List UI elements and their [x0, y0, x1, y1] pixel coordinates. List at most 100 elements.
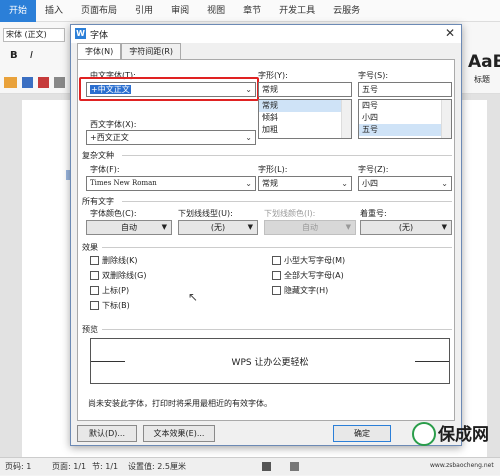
preview-box: WPS 让办公更轻松 — [90, 338, 450, 384]
menu-bar: 开始 插入 页面布局 引用 审阅 视图 章节 开发工具 云服务 — [0, 0, 500, 22]
divider — [102, 247, 452, 248]
style-option[interactable]: 加粗 — [259, 124, 351, 136]
dropdown-arrow-icon: ▼ — [161, 223, 167, 231]
open-folder-icon[interactable] — [4, 77, 17, 88]
highlight-box — [79, 77, 259, 101]
complex-style-label: 字形(L): — [258, 165, 288, 174]
view-mode-icon[interactable] — [262, 462, 271, 471]
menu-home[interactable]: 开始 — [0, 0, 37, 22]
status-page-count: 页面: 1/1 — [52, 462, 87, 471]
chevron-down-icon: ⌄ — [245, 179, 252, 188]
watermark-url: www.zsbaocheng.net — [430, 462, 494, 469]
complex-style-select[interactable]: 常规 ⌄ — [258, 176, 352, 191]
menu-insert[interactable]: 插入 — [36, 0, 72, 22]
complex-font-select[interactable]: Times New Roman ⌄ — [86, 176, 256, 191]
double-strikethrough-checkbox[interactable]: 双删除线(G) — [90, 270, 146, 281]
menu-page-layout[interactable]: 页面布局 — [72, 0, 126, 22]
preview-text: WPS 让办公更轻松 — [231, 358, 309, 368]
tab-font[interactable]: 字体(N) — [77, 43, 122, 60]
all-text-section-title: 所有文字 — [82, 197, 114, 206]
size-option[interactable]: 小四 — [359, 112, 451, 124]
preview-icon[interactable] — [54, 77, 65, 88]
subscript-checkbox[interactable]: 下标(B) — [90, 300, 130, 311]
underline-type-select[interactable]: (无) ▼ — [178, 220, 258, 235]
divider — [122, 201, 452, 202]
menu-developer[interactable]: 开发工具 — [270, 0, 324, 22]
underline-type-label: 下划线线型(U): — [178, 209, 233, 218]
complex-style-value: 常规 — [262, 179, 278, 188]
text-effect-button[interactable]: 文本效果(E)... — [143, 425, 215, 442]
chevron-down-icon: ⌄ — [341, 179, 348, 188]
western-font-label: 西文字体(X): — [90, 120, 137, 129]
emphasis-label: 着重号: — [360, 209, 387, 218]
font-dialog: W 字体 ✕ 字体(N) 字符间距(R) 中文字体(T): 字形(Y): 字号(… — [70, 24, 462, 446]
dialog-tabs: 字体(N) 字符间距(R) — [77, 43, 182, 60]
dialog-titlebar[interactable]: W 字体 ✕ — [71, 25, 461, 43]
scrollbar[interactable] — [441, 100, 451, 138]
all-caps-checkbox[interactable]: 全部大写字母(A) — [272, 270, 344, 281]
complex-font-value: Times New Roman — [90, 179, 157, 187]
western-font-select[interactable]: +西文正文 ⌄ — [86, 130, 256, 145]
mouse-cursor-icon: ↖ — [188, 290, 199, 304]
status-bar: 页码: 1 页面: 1/1 节: 1/1 设置值: 2.5厘米 — [0, 457, 500, 475]
font-note: 尚未安装此字体，打印时将采用最相近的有效字体。 — [88, 399, 272, 408]
watermark-logo — [412, 422, 436, 446]
save-icon[interactable] — [22, 77, 33, 88]
divider — [102, 329, 452, 330]
style-label: 标题 — [474, 75, 490, 84]
effects-section-title: 效果 — [82, 243, 98, 252]
emphasis-select[interactable]: (无) ▼ — [360, 220, 452, 235]
underline-type-value: (无) — [210, 223, 226, 232]
underline-color-value: 自动 — [302, 223, 318, 232]
dialog-title: 字体 — [90, 31, 109, 41]
complex-font-label: 字体(F): — [90, 165, 120, 174]
chevron-down-icon: ⌄ — [245, 133, 252, 142]
small-caps-checkbox[interactable]: 小型大写字母(M) — [272, 255, 345, 266]
tab-character-spacing[interactable]: 字符间距(R) — [121, 43, 182, 59]
tab-panel-font: 中文字体(T): 字形(Y): 字号(S): +中文正文 ⌄ 常规 常规 倾斜 … — [77, 59, 455, 421]
size-listbox[interactable]: 四号 小四 五号 — [358, 99, 452, 139]
underline-color-select: 自动 ▼ — [264, 220, 356, 235]
menu-section[interactable]: 章节 — [234, 0, 270, 22]
superscript-checkbox[interactable]: 上标(P) — [90, 285, 129, 296]
size-option[interactable]: 五号 — [359, 124, 451, 136]
status-page-number: 页码: 1 — [5, 462, 32, 471]
ok-button[interactable]: 确定 — [333, 425, 391, 442]
menu-cloud[interactable]: 云服务 — [324, 0, 369, 22]
emphasis-value: (无) — [398, 223, 414, 232]
menu-references[interactable]: 引用 — [126, 0, 162, 22]
preview-section-title: 预览 — [82, 325, 98, 334]
strikethrough-checkbox[interactable]: 删除线(K) — [90, 255, 138, 266]
style-preview[interactable]: AaB — [468, 52, 500, 72]
style-option[interactable]: 倾斜 — [259, 112, 351, 124]
wps-logo-icon: W — [75, 28, 86, 39]
menu-review[interactable]: 审阅 — [162, 0, 198, 22]
size-option[interactable]: 四号 — [359, 100, 451, 112]
size-input[interactable]: 五号 — [358, 82, 452, 97]
bold-icon[interactable]: B — [10, 50, 18, 61]
dropdown-arrow-icon: ▼ — [345, 223, 351, 231]
menu-view[interactable]: 视图 — [198, 0, 234, 22]
style-input[interactable]: 常规 — [258, 82, 352, 97]
style-label: 字形(Y): — [258, 71, 288, 80]
status-section: 节: 1/1 — [92, 462, 119, 471]
web-view-icon[interactable] — [290, 462, 299, 471]
font-color-label: 字体颜色(C): — [90, 209, 137, 218]
hidden-text-checkbox[interactable]: 隐藏文字(H) — [272, 285, 328, 296]
status-setting: 设置值: 2.5厘米 — [128, 462, 186, 471]
style-listbox[interactable]: 常规 倾斜 加粗 — [258, 99, 352, 139]
complex-size-select[interactable]: 小四 ⌄ — [358, 176, 452, 191]
scrollbar[interactable] — [341, 100, 351, 138]
font-name-box[interactable]: 宋体 (正文) — [3, 28, 65, 42]
default-button[interactable]: 默认(D)... — [77, 425, 137, 442]
western-font-value: +西文正文 — [90, 133, 129, 142]
close-icon[interactable]: ✕ — [445, 26, 455, 40]
font-color-value: 自动 — [121, 223, 137, 232]
font-color-select[interactable]: 自动 ▼ — [86, 220, 172, 235]
dropdown-arrow-icon: ▼ — [247, 223, 253, 231]
complex-section-title: 复杂文种 — [82, 151, 114, 160]
italic-icon[interactable]: I — [30, 50, 33, 61]
print-icon[interactable] — [38, 77, 49, 88]
style-option[interactable]: 常规 — [259, 100, 351, 112]
complex-size-label: 字号(Z): — [358, 165, 389, 174]
